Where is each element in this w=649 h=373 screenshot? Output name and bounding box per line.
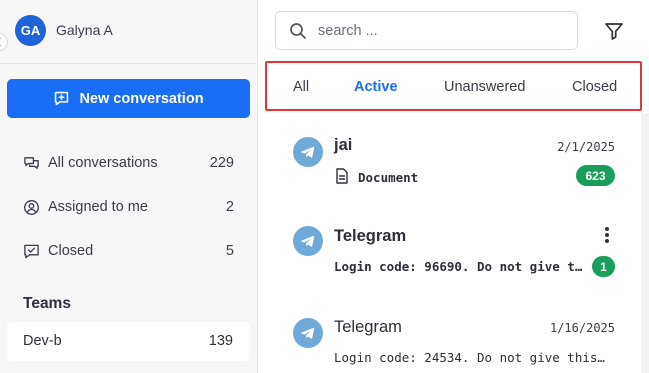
conversation-name: Telegram	[334, 318, 402, 336]
filter-icon[interactable]	[603, 20, 625, 42]
nav-count: 5	[225, 243, 234, 259]
collapse-sidebar-handle[interactable]	[0, 33, 8, 51]
sidebar: GA Galyna A New conversation All convers…	[0, 0, 258, 373]
tab-unanswered[interactable]: Unanswered	[444, 79, 525, 95]
status-tabs: All Active Unanswered Closed	[265, 61, 642, 111]
check-bubble-icon	[24, 244, 39, 259]
document-icon	[336, 168, 348, 184]
conversation-item[interactable]: Telegram 1/16/2025 Login code: 24534. Do…	[259, 297, 639, 373]
conversation-name: jai	[334, 136, 353, 154]
tab-all[interactable]: All	[293, 79, 309, 95]
more-options-icon[interactable]	[604, 227, 610, 245]
nav-count: 229	[209, 155, 234, 171]
unread-count-badge: 1	[592, 256, 615, 277]
conversation-item[interactable]: jai 2/1/2025 Document 623	[259, 113, 639, 205]
search-input[interactable]	[318, 20, 568, 42]
conversation-date: 2/1/2025	[557, 140, 615, 154]
team-label: Dev-b	[23, 333, 62, 349]
conversation-preview: Login code: 96690. Do not give this code…	[334, 259, 584, 274]
chat-bubbles-icon	[24, 157, 39, 169]
conversation-date: 1/16/2025	[549, 321, 615, 335]
avatar[interactable]: GA	[15, 15, 46, 46]
tab-closed[interactable]: Closed	[572, 79, 617, 95]
nav-count: 2	[225, 199, 234, 215]
nav-all-conversations[interactable]: All conversations 229	[0, 148, 258, 178]
search-box	[275, 11, 578, 50]
teams-heading: Teams	[23, 295, 71, 312]
telegram-icon	[293, 318, 323, 348]
new-conversation-button[interactable]: New conversation	[7, 79, 250, 118]
conversation-list: jai 2/1/2025 Document 623 Telegram Login…	[259, 113, 649, 373]
nav-assigned-to-me[interactable]: Assigned to me 2	[0, 192, 258, 222]
nav-label: All conversations	[48, 155, 158, 171]
nav-label: Assigned to me	[48, 199, 148, 215]
telegram-icon	[293, 226, 323, 256]
nav-closed[interactable]: Closed 5	[0, 236, 258, 266]
search-icon	[290, 23, 306, 39]
telegram-icon	[293, 137, 323, 167]
user-header: GA Galyna A	[0, 0, 258, 64]
team-count: 139	[208, 333, 233, 349]
conversation-preview: Document	[358, 170, 419, 185]
team-item-dev-b[interactable]: Dev-b 139	[7, 322, 250, 361]
user-name: Galyna A	[56, 22, 113, 38]
conversation-name: Telegram	[334, 227, 407, 245]
new-conversation-label: New conversation	[79, 90, 204, 107]
new-chat-icon	[55, 91, 69, 106]
nav-label: Closed	[48, 243, 94, 259]
conversation-list-panel: All Active Unanswered Closed jai 2/1/202…	[259, 0, 649, 373]
user-circle-icon	[24, 200, 39, 215]
unread-count-badge: 623	[576, 165, 615, 186]
conversation-item[interactable]: Telegram Login code: 96690. Do not give …	[259, 205, 639, 297]
conversation-preview: Login code: 24534. Do not give this code…	[334, 350, 606, 365]
tab-active[interactable]: Active	[354, 79, 398, 95]
